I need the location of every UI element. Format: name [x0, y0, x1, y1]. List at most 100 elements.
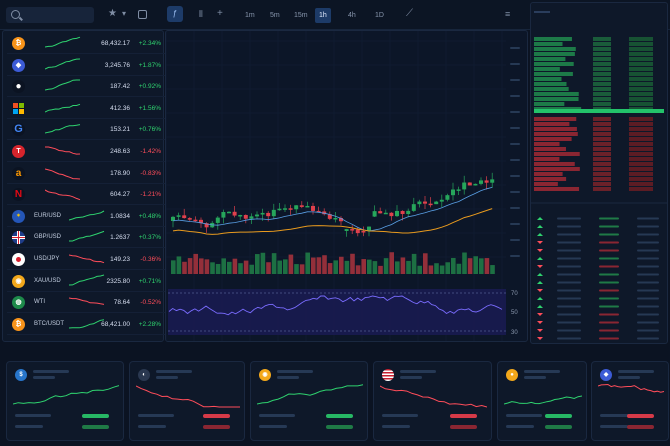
down-arrow-icon — [537, 241, 543, 244]
watchlist-row[interactable]: USD/JPY 149.23 -0.36% — [7, 249, 165, 270]
candle-body — [243, 215, 248, 219]
trade-time-cell — [637, 321, 659, 324]
add-icon[interactable] — [138, 10, 147, 19]
order-book-panel — [530, 2, 668, 344]
market-card[interactable]: $ — [6, 361, 124, 441]
indicator-icon[interactable]: ƒ — [167, 6, 183, 22]
volume-bar — [260, 252, 266, 274]
trade-size-cell — [599, 249, 619, 252]
price-axis-label — [510, 111, 520, 113]
watchlist-row[interactable]: ◍ WTI 78.64 -0.52% — [7, 292, 165, 314]
ask-price-cell — [593, 187, 611, 191]
timeframe-4h[interactable]: 4h — [344, 8, 360, 23]
volume-bar — [232, 258, 238, 274]
price-value: 78.64 — [113, 299, 130, 307]
timeframe-1m[interactable]: 1m — [241, 8, 259, 23]
menu-icon[interactable]: ≡ — [505, 9, 510, 19]
trade-price-cell — [557, 257, 581, 260]
candle-body — [462, 182, 467, 190]
volume-bar — [395, 261, 400, 274]
symbol-label: EUR/USD — [34, 212, 62, 219]
watchlist-row[interactable]: GBP/USD 1.2637 +0.37% — [7, 227, 165, 249]
bid-size-cell — [629, 87, 653, 91]
trade-price-cell — [557, 337, 581, 340]
card-row-placeholder — [600, 425, 628, 428]
trade-price-cell — [557, 329, 581, 332]
price-axis-label — [510, 63, 520, 65]
card-subtitle-placeholder — [33, 376, 55, 379]
candle-type-icon[interactable]: ⫴ — [199, 9, 203, 19]
market-card[interactable]: ◆ — [591, 361, 669, 441]
up-arrow-icon — [537, 225, 543, 228]
timeframe-5m[interactable]: 5m — [266, 8, 284, 23]
bid-price-cell — [593, 57, 611, 61]
up-arrow-icon — [537, 297, 543, 300]
change-value: +0.76% — [138, 126, 161, 134]
volume-bar — [428, 265, 434, 274]
timeframe-1d[interactable]: 1D — [371, 8, 388, 23]
ask-price-cell — [593, 122, 611, 126]
bitcoin-icon: ₿ — [12, 317, 25, 331]
watchlist-row[interactable]: ◉ XAU/USD 2325.80 +0.71% — [7, 271, 165, 292]
timeframe-15m[interactable]: 15m — [290, 8, 312, 23]
up-arrow-icon — [537, 305, 543, 308]
trade-time-cell — [637, 273, 659, 276]
volume-bar — [417, 265, 422, 274]
market-card[interactable] — [373, 361, 492, 441]
crosshair-icon[interactable]: + — [217, 9, 223, 19]
candle-body — [299, 205, 304, 207]
up-arrow-icon — [537, 281, 543, 284]
watchlist-row[interactable]: ✶ EUR/USD 1.0834 +0.48% — [7, 206, 165, 227]
change-value: +0.92% — [138, 83, 161, 91]
candle-body — [182, 215, 187, 219]
card-sparkline — [504, 395, 582, 405]
oil-drop-icon: ◍ — [12, 296, 25, 310]
watchlist-row[interactable]: ₿ 68,432.17 +2.34% — [7, 33, 165, 54]
bid-depth-bar — [534, 97, 579, 101]
market-card[interactable]: ● — [497, 361, 587, 441]
star-icon[interactable]: ★ — [108, 9, 117, 19]
trade-size-cell — [599, 329, 619, 332]
watchlist-row[interactable]: a 178.90 -0.83% — [7, 163, 165, 184]
candle-body — [383, 212, 388, 215]
watchlist-row[interactable]: G 153.21 +0.76% — [7, 119, 165, 141]
candle-body — [355, 229, 360, 234]
market-card[interactable]: ◉ — [250, 361, 368, 441]
watchlist-row[interactable]: T 248.63 -1.42% — [7, 141, 165, 162]
card-row-placeholder — [382, 425, 410, 428]
bid-price-cell — [593, 77, 611, 81]
watchlist-row[interactable]: ◆ 3,245.76 +1.87% — [7, 55, 165, 76]
watchlist-row[interactable]: N 604.27 -1.21% — [7, 184, 165, 206]
price-chart[interactable]: 70 50 30 — [166, 31, 527, 341]
bid-price-cell — [593, 87, 611, 91]
search-input[interactable] — [6, 7, 94, 23]
watchlist-row[interactable]: ● 187.42 +0.92% — [7, 76, 165, 98]
card-change-pill — [82, 425, 109, 429]
volume-bar — [199, 258, 204, 274]
volume-bar — [406, 260, 411, 274]
bid-price-cell — [593, 52, 611, 56]
volume-bar — [467, 258, 473, 274]
change-value: +1.56% — [138, 104, 161, 112]
trade-time-cell — [637, 217, 659, 220]
ask-depth-bar — [534, 167, 580, 171]
bid-price-cell — [593, 67, 611, 71]
line-chart-icon[interactable]: ⟋ — [406, 9, 413, 19]
market-card[interactable]: ◐ — [129, 361, 245, 441]
price-value: 153.21 — [110, 126, 130, 134]
card-sparkline — [598, 383, 664, 393]
chevron-down-icon[interactable]: ▾ — [122, 9, 126, 19]
up-arrow-icon — [537, 257, 543, 260]
timeframe-1h[interactable]: 1h — [315, 8, 331, 23]
watchlist-row[interactable]: 412.36 +1.56% — [7, 98, 165, 119]
volume-bar — [451, 257, 456, 274]
trade-price-cell — [557, 249, 581, 252]
ask-price-cell — [593, 152, 611, 156]
watchlist-row[interactable]: ₿ BTC/USDT 68,421.00 +2.28% — [7, 314, 165, 335]
candle-body — [176, 215, 181, 217]
volume-bar — [277, 260, 282, 274]
ask-price-cell — [593, 117, 611, 121]
ask-price-cell — [593, 162, 611, 166]
price-axis-label — [510, 47, 520, 49]
candle-body — [417, 201, 422, 205]
